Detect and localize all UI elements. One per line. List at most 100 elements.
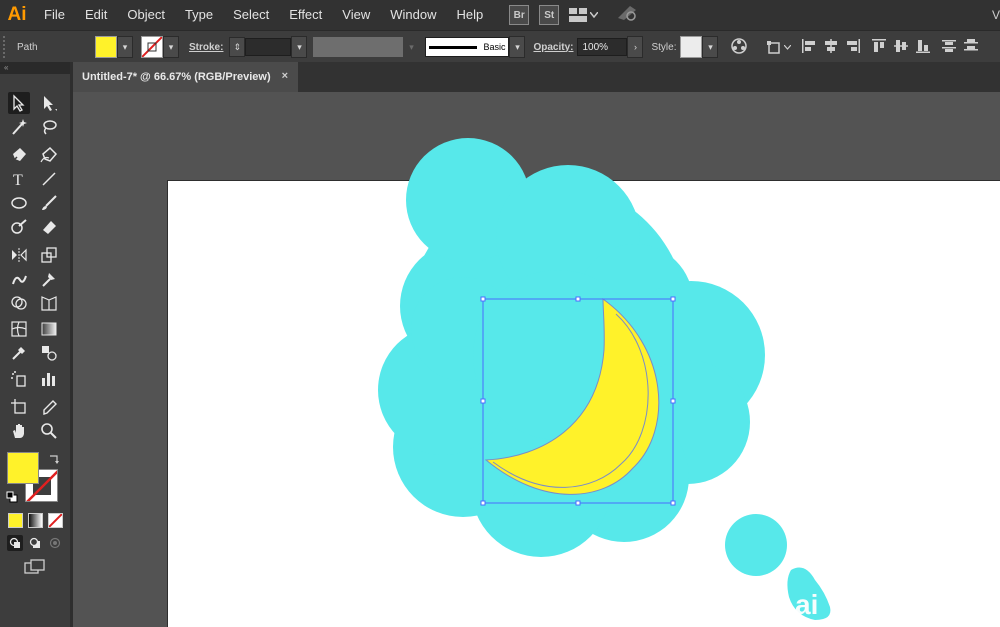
direct-selection-tool-icon[interactable] bbox=[38, 92, 60, 114]
default-fill-stroke-icon[interactable] bbox=[6, 490, 18, 503]
resize-handle[interactable] bbox=[480, 398, 486, 404]
draw-inside-icon[interactable] bbox=[47, 535, 63, 551]
bubble-small-circle[interactable] bbox=[725, 514, 787, 576]
style-dropdown[interactable]: ▾ bbox=[702, 36, 719, 58]
menu-view[interactable]: View bbox=[332, 0, 380, 30]
resize-handle[interactable] bbox=[575, 296, 581, 302]
mesh-tool-icon[interactable] bbox=[8, 318, 30, 340]
resize-handle[interactable] bbox=[670, 398, 676, 404]
bridge-buttons: Br St bbox=[509, 4, 638, 27]
stroke-weight-stepper[interactable]: ⇕ bbox=[229, 37, 246, 57]
stroke-label: Stroke: bbox=[189, 41, 224, 53]
fill-dropdown[interactable]: ▾ bbox=[117, 36, 133, 58]
slice-tool-icon[interactable] bbox=[38, 396, 60, 418]
eyedropper-tool-icon[interactable] bbox=[8, 342, 30, 364]
stroke-dropdown[interactable]: ▾ bbox=[163, 36, 179, 58]
hand-tool-icon[interactable] bbox=[8, 420, 30, 442]
menu-help[interactable]: Help bbox=[446, 0, 493, 30]
distribute-top-icon[interactable] bbox=[941, 38, 957, 57]
perspective-grid-tool-icon[interactable] bbox=[38, 292, 60, 314]
puppet-warp-tool-icon[interactable] bbox=[38, 268, 60, 290]
zoom-tool-icon[interactable] bbox=[38, 420, 60, 442]
menu-select[interactable]: Select bbox=[223, 0, 279, 30]
recolor-artwork-icon[interactable] bbox=[730, 37, 748, 58]
none-mode-button[interactable] bbox=[48, 513, 63, 528]
shaper-tool-icon[interactable] bbox=[8, 216, 30, 238]
type-tool-icon[interactable]: T bbox=[8, 168, 30, 190]
menu-object[interactable]: Object bbox=[117, 0, 175, 30]
transform-icon[interactable] bbox=[766, 39, 792, 55]
style-label: Style: bbox=[651, 41, 677, 53]
stroke-swatch[interactable] bbox=[141, 36, 163, 58]
align-middle-icon[interactable] bbox=[893, 38, 909, 57]
screen-mode-icon[interactable] bbox=[24, 558, 46, 576]
gradient-mode-button[interactable] bbox=[28, 513, 43, 528]
document-tab[interactable]: Untitled-7* @ 66.67% (RGB/Preview) × bbox=[73, 62, 298, 92]
draw-normal-icon[interactable] bbox=[7, 535, 23, 551]
selection-tool-icon[interactable] bbox=[8, 92, 30, 114]
resize-handle[interactable] bbox=[670, 296, 676, 302]
magic-wand-tool-icon[interactable] bbox=[8, 116, 30, 138]
fill-color-box[interactable] bbox=[7, 452, 39, 484]
align-top-icon[interactable] bbox=[871, 38, 887, 57]
variable-width-profile[interactable] bbox=[313, 37, 404, 57]
column-graph-tool-icon[interactable] bbox=[38, 368, 60, 390]
bridge-button[interactable]: Br bbox=[509, 5, 530, 25]
artboard-tool-icon[interactable] bbox=[8, 396, 30, 418]
app-logo: Ai bbox=[7, 4, 27, 25]
svg-text:T: T bbox=[13, 172, 23, 188]
brush-stroke-preview bbox=[429, 45, 478, 49]
gpu-performance-icon[interactable] bbox=[616, 4, 638, 27]
resize-handle[interactable] bbox=[480, 500, 486, 506]
line-segment-tool-icon[interactable] bbox=[38, 168, 60, 190]
menu-edit[interactable]: Edit bbox=[75, 0, 117, 30]
grip-icon bbox=[3, 36, 11, 58]
ellipse-tool-icon[interactable] bbox=[8, 192, 30, 214]
reflect-tool-icon[interactable] bbox=[8, 244, 30, 266]
paintbrush-tool-icon[interactable] bbox=[38, 192, 60, 214]
canvas-area[interactable]: ai bbox=[73, 92, 1000, 627]
resize-handle[interactable] bbox=[480, 296, 486, 302]
scale-tool-icon[interactable] bbox=[38, 244, 60, 266]
stroke-weight-input[interactable] bbox=[245, 38, 292, 56]
collapse-panel-icon[interactable]: « bbox=[0, 62, 70, 74]
menu-window[interactable]: Window bbox=[380, 0, 446, 30]
blend-tool-icon[interactable] bbox=[38, 342, 60, 364]
brush-definition[interactable]: Basic bbox=[425, 37, 510, 57]
align-center-icon[interactable] bbox=[823, 38, 839, 57]
shape-builder-tool-icon[interactable] bbox=[8, 292, 30, 314]
eraser-tool-icon[interactable] bbox=[38, 216, 60, 238]
align-left-icon[interactable] bbox=[801, 38, 817, 57]
object-type-label: Path bbox=[17, 41, 38, 53]
opacity-arrow[interactable]: › bbox=[627, 36, 644, 58]
profile-dropdown[interactable]: ▾ bbox=[403, 36, 420, 58]
close-tab-icon[interactable]: × bbox=[282, 70, 288, 82]
workspace-switcher-icon[interactable] bbox=[569, 8, 599, 22]
symbol-sprayer-tool-icon[interactable] bbox=[8, 368, 30, 390]
distribute-vertical-icon[interactable] bbox=[963, 38, 979, 57]
pen-tool-icon[interactable] bbox=[8, 144, 30, 166]
align-right-icon[interactable] bbox=[845, 38, 861, 57]
resize-handle[interactable] bbox=[670, 500, 676, 506]
gradient-tool-icon[interactable] bbox=[38, 318, 60, 340]
menu-type[interactable]: Type bbox=[175, 0, 223, 30]
resize-handle[interactable] bbox=[575, 500, 581, 506]
swap-fill-stroke-icon[interactable] bbox=[48, 452, 60, 464]
stock-button[interactable]: St bbox=[539, 5, 560, 25]
brush-dropdown[interactable]: ▾ bbox=[509, 36, 526, 58]
menu-effect[interactable]: Effect bbox=[279, 0, 332, 30]
curvature-tool-icon[interactable] bbox=[38, 144, 60, 166]
lasso-tool-icon[interactable] bbox=[38, 116, 60, 138]
menu-file[interactable]: File bbox=[34, 0, 75, 30]
fill-swatch[interactable] bbox=[95, 36, 117, 58]
graphic-style-swatch[interactable] bbox=[680, 36, 703, 58]
menu-bar: Ai File Edit Object Type Select Effect V… bbox=[0, 0, 1000, 30]
opacity-input[interactable]: 100% bbox=[577, 38, 628, 56]
tools-panel: « T bbox=[0, 62, 70, 627]
stroke-weight-dropdown[interactable]: ▾ bbox=[291, 36, 308, 58]
align-bottom-icon[interactable] bbox=[915, 38, 931, 57]
draw-behind-icon[interactable] bbox=[27, 535, 43, 551]
color-mode-button[interactable] bbox=[8, 513, 23, 528]
warp-tool-icon[interactable] bbox=[8, 268, 30, 290]
control-bar: Path ▾ ▾ Stroke: ⇕ ▾ ▾ Basic ▾ Opacity: … bbox=[0, 30, 1000, 64]
